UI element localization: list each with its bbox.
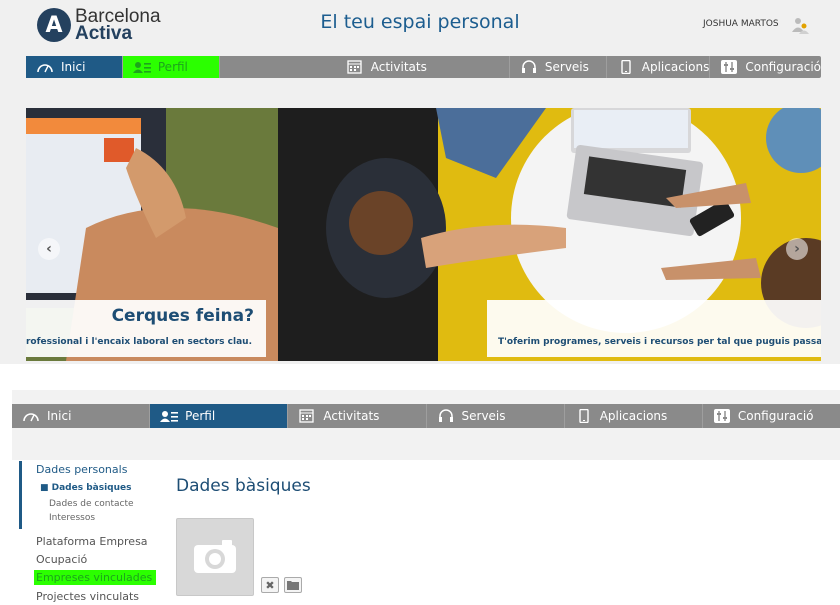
nav-aplicacions[interactable]: Aplicacions xyxy=(605,56,710,78)
sidebar-active-marker xyxy=(19,461,22,529)
main-nav-bottom: Inici Perfil Activitats Serveis Aplicaci… xyxy=(12,404,840,428)
page-heading: El teu espai personal xyxy=(320,11,520,33)
nav-label: Configuració xyxy=(737,409,814,423)
nav-inici[interactable]: Inici xyxy=(26,56,122,78)
nav-label: Inici xyxy=(61,60,86,74)
nav-label: Configuració xyxy=(745,60,822,74)
caption-subtitle: T'oferim programes, serveis i recursos p… xyxy=(498,337,821,347)
chevron-left-icon: ‹ xyxy=(46,241,52,257)
top-screenshot-panel: A Barcelona Activa El teu espai personal… xyxy=(0,0,840,364)
mobile-icon xyxy=(578,409,589,423)
nav-label: Activitats xyxy=(323,409,380,423)
section-title: Dades bàsiques xyxy=(176,476,311,496)
dashboard-icon xyxy=(23,413,39,422)
logo-mark: A xyxy=(37,8,71,42)
nav-aplicacions[interactable]: Aplicacions xyxy=(563,404,702,428)
user-avatar-icon[interactable] xyxy=(789,14,811,36)
carousel-next-button[interactable]: › xyxy=(786,238,808,260)
delete-photo-button[interactable]: ✖ xyxy=(261,577,279,593)
sliders-icon xyxy=(721,60,738,74)
nav-serveis[interactable]: Serveis xyxy=(508,56,606,78)
hero-carousel[interactable]: ‹ › Cerques feina? ó professional i l'en… xyxy=(26,108,821,361)
hero-caption-left: Cerques feina? ó professional i l'encaix… xyxy=(26,300,266,357)
nav-serveis[interactable]: Serveis xyxy=(425,404,564,428)
nav-label: Inici xyxy=(47,409,72,423)
sidebar-subitem-dades-basiques[interactable]: ■ Dades bàsiques xyxy=(40,483,132,493)
nav-perfil[interactable]: Perfil xyxy=(121,56,219,78)
nav-configuracio[interactable]: Configuració xyxy=(709,56,821,78)
headset-icon xyxy=(521,60,536,73)
dashboard-icon xyxy=(37,64,53,73)
caption-title: Cerques feina? xyxy=(111,306,254,326)
barcelona-activa-logo[interactable]: A Barcelona Activa xyxy=(37,7,161,44)
sidebar-item-ocupacio[interactable]: Ocupació xyxy=(36,553,87,566)
site-header: A Barcelona Activa El teu espai personal… xyxy=(0,0,840,52)
nav-perfil[interactable]: Perfil xyxy=(149,404,288,428)
nav-label: Aplicacions xyxy=(641,60,710,74)
nav-inici[interactable]: Inici xyxy=(12,404,149,428)
sidebar-subitem-label: Dades bàsiques xyxy=(51,483,132,493)
nav-label: Aplicacions xyxy=(599,409,668,423)
logo-text: Barcelona Activa xyxy=(75,7,161,44)
bullet-icon: ■ xyxy=(40,483,52,493)
profile-icon xyxy=(160,411,179,422)
caption-subtitle: ó professional i l'encaix laboral en sec… xyxy=(26,337,252,347)
calendar-icon xyxy=(347,60,362,74)
upload-photo-button[interactable] xyxy=(284,577,302,593)
user-name[interactable]: JOSHUA MARTOS xyxy=(703,19,779,29)
nav-label: Perfil xyxy=(157,60,188,74)
nav-activitats[interactable]: Activitats xyxy=(287,404,425,428)
main-nav-top: Inici Perfil Activitats Serveis Aplicaci… xyxy=(26,56,821,78)
logo-letter: A xyxy=(45,12,63,38)
sidebar-subitem-dades-contacte[interactable]: Dades de contacte xyxy=(49,499,134,509)
hero-caption-right: T'oferim programes, serveis i recursos p… xyxy=(487,300,821,357)
profile-photo-placeholder[interactable] xyxy=(176,518,254,596)
headset-icon xyxy=(438,409,453,422)
sidebar-item-empreses-vinculades[interactable]: Empreses vinculades xyxy=(34,570,156,585)
nav-activitats[interactable]: Activitats xyxy=(218,56,509,78)
nav-label: Serveis xyxy=(544,60,589,74)
nav-label: Activitats xyxy=(370,60,427,74)
close-icon: ✖ xyxy=(265,578,275,592)
mobile-icon xyxy=(621,60,631,74)
sliders-icon xyxy=(713,409,730,423)
nav-label: Serveis xyxy=(461,409,506,423)
chevron-right-icon: › xyxy=(794,241,800,257)
sidebar-subitem-interessos[interactable]: Interessos xyxy=(49,513,95,523)
nav-configuracio[interactable]: Configuració xyxy=(701,404,840,428)
logo-line2: Activa xyxy=(75,23,133,44)
camera-icon xyxy=(194,540,236,573)
folder-icon xyxy=(287,581,299,590)
calendar-icon xyxy=(299,409,314,423)
sidebar-item-plataforma-empresa[interactable]: Plataforma Empresa xyxy=(36,535,148,548)
carousel-prev-button[interactable]: ‹ xyxy=(38,238,60,260)
sidebar-item-dades-personals[interactable]: Dades personals xyxy=(36,463,127,476)
sidebar-item-projectes-vinculats[interactable]: Projectes vinculats xyxy=(36,590,139,603)
nav-label: Perfil xyxy=(185,409,216,423)
profile-icon xyxy=(132,62,151,73)
